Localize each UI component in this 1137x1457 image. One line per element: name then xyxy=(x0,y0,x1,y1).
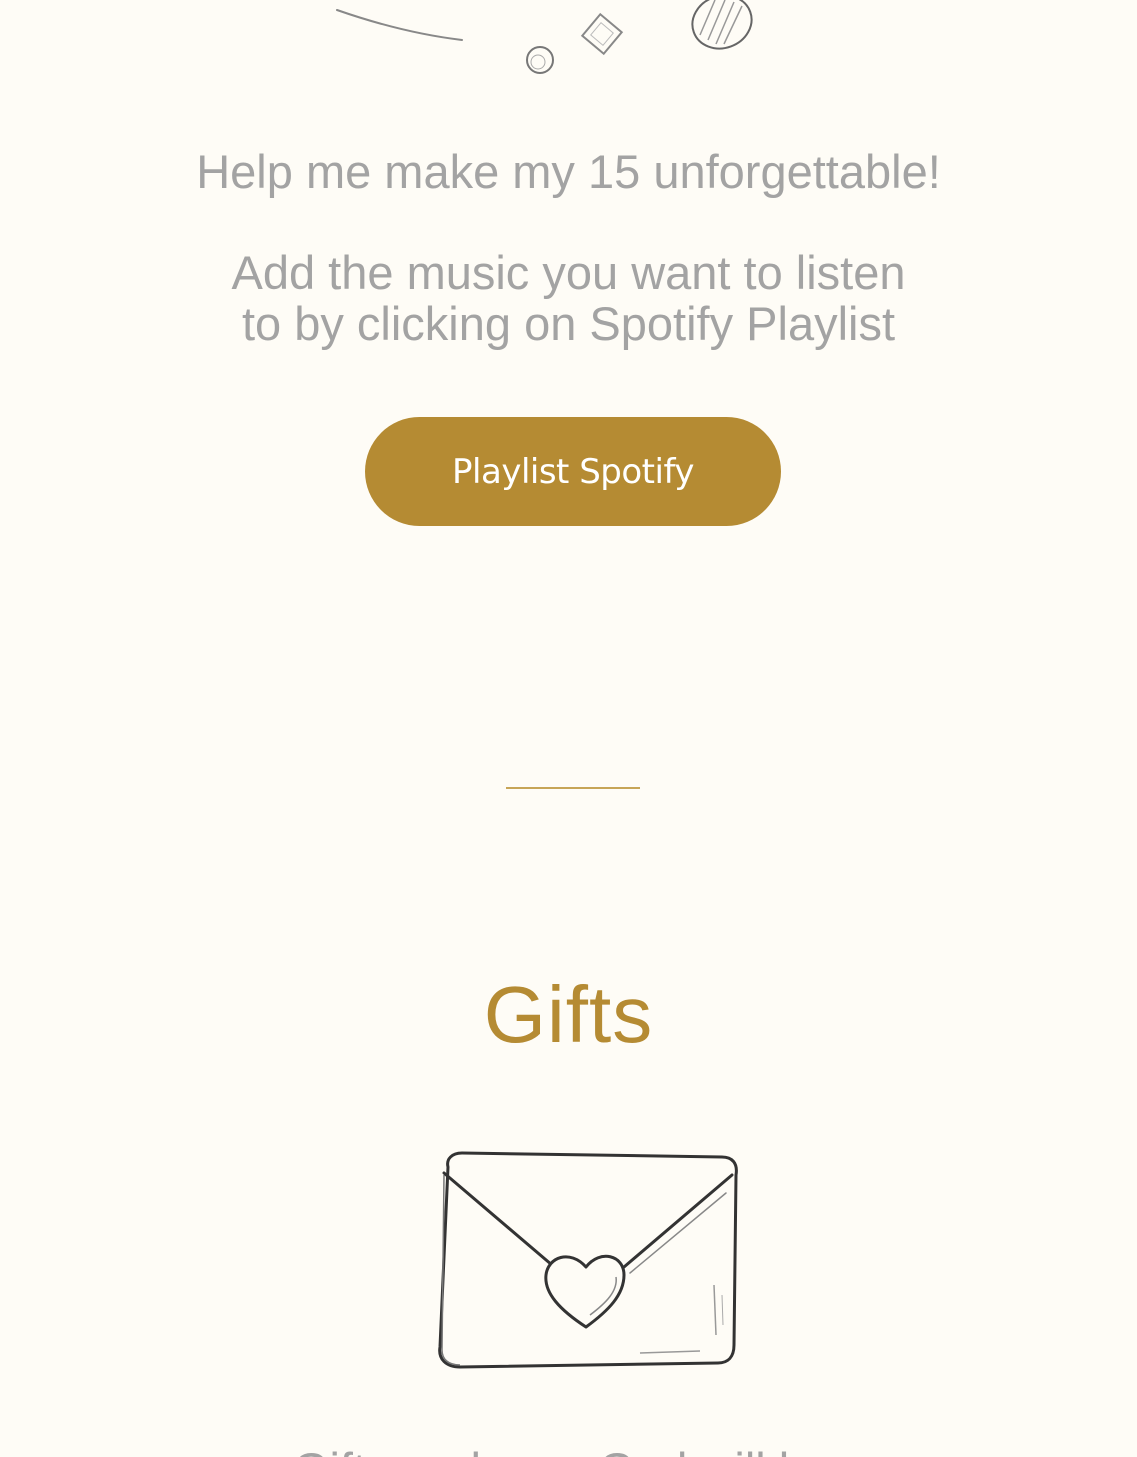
gifts-title: Gifts xyxy=(483,970,654,1059)
section-divider xyxy=(506,787,640,789)
playlist-spotify-button[interactable]: Playlist Spotify xyxy=(365,417,781,526)
music-headline: Help me make my 15 unforgettable! xyxy=(196,145,941,198)
instruction-line-2: to by clicking on Spotify Playlist xyxy=(241,297,896,350)
envelope-heart-icon xyxy=(438,1151,738,1369)
gifts-description: Gifts and your God will b... xyxy=(0,1440,1137,1457)
instruction-line-1: Add the music you want to listen xyxy=(231,246,906,299)
confetti-doodle-icon xyxy=(336,0,753,74)
music-instructions: Add the music you want to listen to by c… xyxy=(0,247,1137,349)
